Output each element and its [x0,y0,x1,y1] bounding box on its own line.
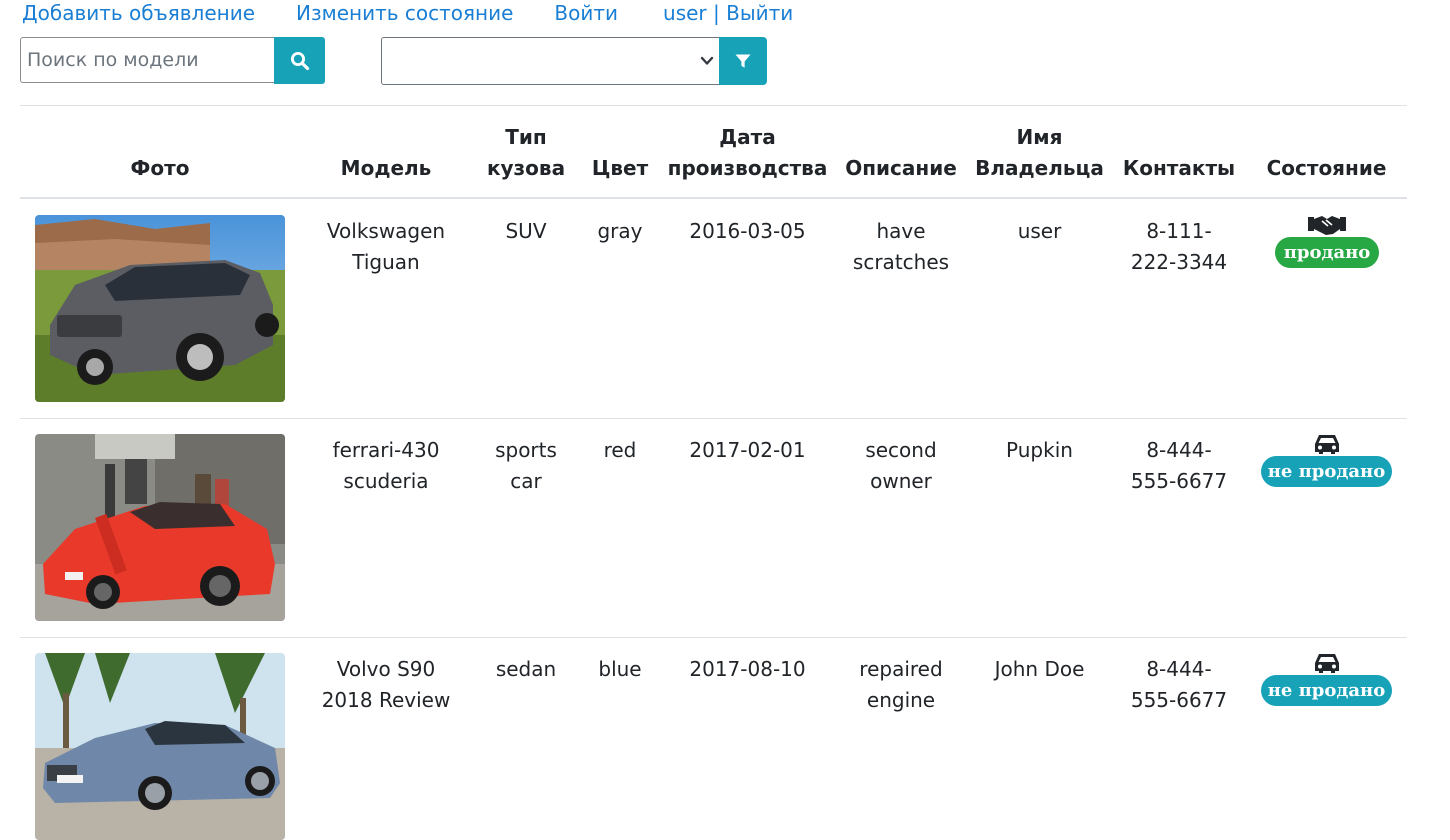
header-body-type-line2: кузова [486,156,566,180]
header-date-line2: производства [667,156,828,180]
car-photo[interactable] [35,653,285,840]
add-ad-link[interactable]: Добавить объявление [22,0,255,28]
body-type: sedan [495,657,557,681]
chevron-down-icon [700,56,714,65]
header-photo: Фото [130,156,190,180]
model-line2: 2018 Review [321,688,451,712]
top-nav: Добавить объявление Изменить состояние В… [22,0,833,28]
contact-line2: 555-6677 [1130,688,1228,712]
car-icon [1315,435,1339,454]
car-icon [1315,654,1339,673]
header-body-type-line1: Тип [505,125,547,149]
model-line2: scuderia [343,469,429,493]
status-badge: не продано [1261,675,1392,706]
model-line1: ferrari-430 [332,438,440,462]
search-icon [290,51,309,70]
user-logout-link[interactable]: user | Выйти [663,0,793,28]
filter-icon [735,54,751,68]
header-owner-line2: Владельца [975,156,1104,180]
body-type: SUV [505,219,547,243]
body-type-line2: car [510,469,542,493]
row-divider [20,418,1407,419]
description-line1: repaired [859,657,943,681]
contact-line1: 8-444- [1146,438,1212,462]
model-line1: Volvo S90 [336,657,436,681]
car-photo[interactable] [35,434,285,621]
contact-line1: 8-111- [1146,219,1212,243]
description-line2: owner [870,469,932,493]
owner-name: user [1017,219,1062,243]
color: blue [598,657,642,681]
status-badge: не продано [1261,456,1392,487]
header-state: Состояние [1266,156,1387,180]
color: gray [597,219,643,243]
owner-name: Pupkin [1006,438,1073,462]
description-line2: scratches [852,250,950,274]
description-line1: have [876,219,926,243]
header-description: Описание [845,156,957,180]
contact-line2: 222-3344 [1130,250,1228,274]
production-date: 2017-02-01 [689,438,806,462]
production-date: 2016-03-05 [689,219,806,243]
header-color: Цвет [591,156,649,180]
contact-line1: 8-444- [1146,657,1212,681]
filter-button[interactable] [719,37,767,85]
login-link[interactable]: Войти [554,0,618,28]
color: red [603,438,637,462]
state-filter-select[interactable] [381,37,719,85]
description-line1: second [865,438,937,462]
change-state-link[interactable]: Изменить состояние [296,0,513,28]
model-line2: Tiguan [352,250,420,274]
description-line2: engine [866,688,936,712]
header-owner-line1: Имя [1016,125,1063,149]
search-button[interactable] [274,37,325,84]
header-divider [20,197,1407,199]
car-photo[interactable] [35,215,285,402]
header-contacts: Контакты [1122,156,1236,180]
search-input[interactable] [20,37,274,83]
contact-line2: 555-6677 [1130,469,1228,493]
handshake-icon [1308,216,1346,235]
production-date: 2017-08-10 [689,657,806,681]
row-divider [20,637,1407,638]
body-type-line1: sports [495,438,557,462]
model-line1: Volkswagen [326,219,446,243]
header-model: Модель [340,156,432,180]
owner-name: John Doe [994,657,1085,681]
header-date-line1: Дата [719,125,776,149]
status-badge: продано [1275,237,1379,268]
divider [20,105,1407,106]
